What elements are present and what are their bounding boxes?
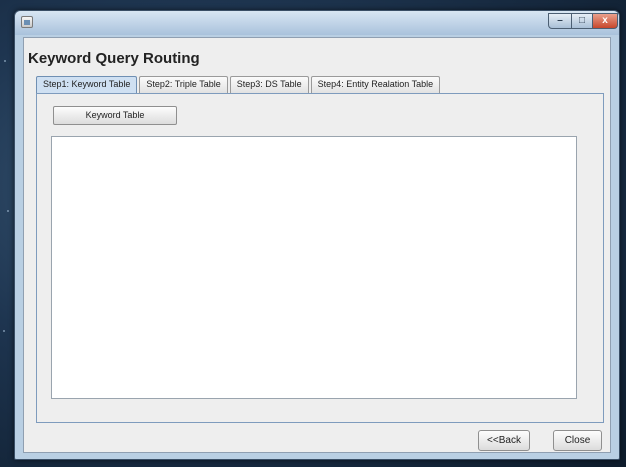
window-content: Keyword Query Routing Step1: Keyword Tab… xyxy=(23,37,611,453)
tab-keyword-table[interactable]: Step1: Keyword Table xyxy=(36,76,138,93)
maximize-button[interactable]: □ xyxy=(571,13,593,29)
java-app-icon[interactable] xyxy=(21,16,33,28)
step-tabs: Step1: Keyword Table Step2: Triple Table… xyxy=(36,76,442,93)
app-title: Keyword Query Routing xyxy=(28,50,200,67)
desktop-speck xyxy=(4,60,6,62)
tab-triple-table[interactable]: Step2: Triple Table xyxy=(139,76,228,93)
window-titlebar[interactable]: – □ x xyxy=(15,11,619,35)
keyword-table-button[interactable]: Keyword Table xyxy=(53,106,177,125)
keyword-table-panel: Keyword Table xyxy=(36,93,604,423)
app-window: – □ x Keyword Query Routing Step1: Keywo… xyxy=(14,10,620,460)
back-button[interactable]: <<Back xyxy=(478,430,530,451)
tab-ds-table[interactable]: Step3: DS Table xyxy=(229,76,309,93)
tab-entity-relation-table[interactable]: Step4: Entity Realation Table xyxy=(310,76,441,93)
keyword-table-area[interactable] xyxy=(51,136,577,399)
desktop-speck xyxy=(3,330,5,332)
close-button[interactable]: Close xyxy=(553,430,602,451)
desktop-speck xyxy=(7,210,9,212)
minimize-button[interactable]: – xyxy=(548,13,572,29)
close-window-button[interactable]: x xyxy=(592,13,618,29)
